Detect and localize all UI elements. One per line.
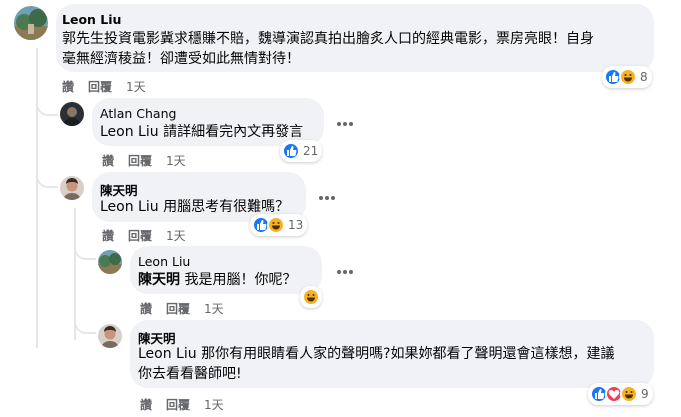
- more-options-icon[interactable]: [334, 264, 356, 280]
- avatar-person-image: [60, 102, 84, 126]
- like-reaction-icon: [282, 142, 300, 160]
- comment-text-line: 郭先生投資電影冀求穩賺不賠，魏導演認真拍出膾炙人口的經典電影，票房亮眼！自身: [62, 31, 594, 47]
- reaction-summary[interactable]: 21: [280, 140, 323, 162]
- thread-connector-3: [74, 242, 96, 260]
- avatar-landscape-image: [98, 250, 122, 274]
- reply-button[interactable]: 回覆: [166, 396, 190, 413]
- timestamp[interactable]: 1天: [166, 227, 186, 244]
- comment-bubble: 陳天明 Leon Liu 那你有用眼睛看人家的聲明嗎?如果妳都看了聲明還會這樣想…: [130, 320, 654, 388]
- comment-bubble: Leon Liu 陳天明 我是用腦！你呢？: [130, 246, 322, 294]
- like-button[interactable]: 讚: [62, 78, 74, 95]
- reply-button[interactable]: 回覆: [128, 227, 152, 244]
- comment-bubble: Atlan Chang Leon Liu 請詳細看完內文再發言: [92, 98, 324, 146]
- timestamp[interactable]: 1天: [166, 152, 186, 169]
- comment-author[interactable]: Leon Liu: [138, 254, 190, 269]
- comment-author[interactable]: Atlan Chang: [100, 106, 176, 121]
- avatar[interactable]: [60, 176, 84, 200]
- avatar-person-image: [60, 176, 84, 200]
- haha-reaction-icon: [619, 68, 637, 86]
- avatar-landscape-image: [14, 6, 48, 40]
- avatar[interactable]: [14, 6, 48, 40]
- comment-actions: 讚 回覆 1天: [102, 227, 186, 244]
- thread-connector-4: [74, 316, 96, 334]
- avatar-person-image: [98, 324, 122, 348]
- reply-button[interactable]: 回覆: [166, 300, 190, 317]
- reaction-summary[interactable]: 13: [250, 214, 308, 236]
- comment-text-line: 你去看看醫師吧!: [138, 366, 242, 382]
- comment-actions: 讚 回覆 1天: [140, 300, 224, 317]
- haha-reaction-icon: [302, 288, 320, 306]
- comment-text-body: 我是用腦！你呢？: [180, 272, 297, 288]
- reply-button[interactable]: 回覆: [88, 78, 112, 95]
- thread-connector-2: [36, 170, 58, 188]
- thread-line-main: [36, 48, 38, 348]
- comment-actions: 讚 回覆 1天: [140, 396, 224, 413]
- reaction-count: 8: [640, 70, 648, 84]
- haha-reaction-icon: [620, 385, 638, 403]
- timestamp[interactable]: 1天: [204, 300, 224, 317]
- like-button[interactable]: 讚: [102, 227, 114, 244]
- comment-text: Leon Liu 請詳細看完內文再發言: [100, 124, 304, 140]
- thread-connector-1: [36, 100, 58, 116]
- comment-bubble: Leon Liu 郭先生投資電影冀求穩賺不賠，魏導演認真拍出膾炙人口的經典電影，…: [56, 4, 654, 72]
- more-options-icon[interactable]: [316, 190, 338, 206]
- comment-text-line: 毫無經濟稜益！卻遭受如此無情對待！: [62, 51, 300, 67]
- comment-actions: 讚 回覆 1天: [102, 152, 186, 169]
- reaction-count: 13: [288, 218, 304, 232]
- reaction-summary[interactable]: 9: [588, 383, 653, 405]
- like-button[interactable]: 讚: [140, 396, 152, 413]
- timestamp[interactable]: 1天: [126, 78, 146, 95]
- haha-reaction-icon: [267, 216, 285, 234]
- timestamp[interactable]: 1天: [204, 396, 224, 413]
- reply-button[interactable]: 回覆: [128, 152, 152, 169]
- like-button[interactable]: 讚: [140, 300, 152, 317]
- avatar[interactable]: [98, 250, 122, 274]
- reaction-count: 9: [641, 387, 649, 401]
- more-options-icon[interactable]: [334, 116, 356, 132]
- reaction-summary[interactable]: 8: [602, 66, 652, 88]
- avatar[interactable]: [60, 102, 84, 126]
- like-button[interactable]: 讚: [102, 152, 114, 169]
- mention-link[interactable]: 陳天明: [138, 272, 180, 288]
- reaction-count: 21: [303, 144, 319, 158]
- comment-text-line: Leon Liu 那你有用眼睛看人家的聲明嗎?如果妳都看了聲明還會這樣想，建議: [138, 346, 615, 362]
- avatar[interactable]: [98, 324, 122, 348]
- comment-actions: 讚 回覆 1天: [62, 78, 146, 95]
- comment-text: 陳天明 我是用腦！你呢？: [138, 270, 296, 290]
- reaction-summary[interactable]: [300, 286, 322, 308]
- comment-author[interactable]: Leon Liu: [62, 12, 121, 27]
